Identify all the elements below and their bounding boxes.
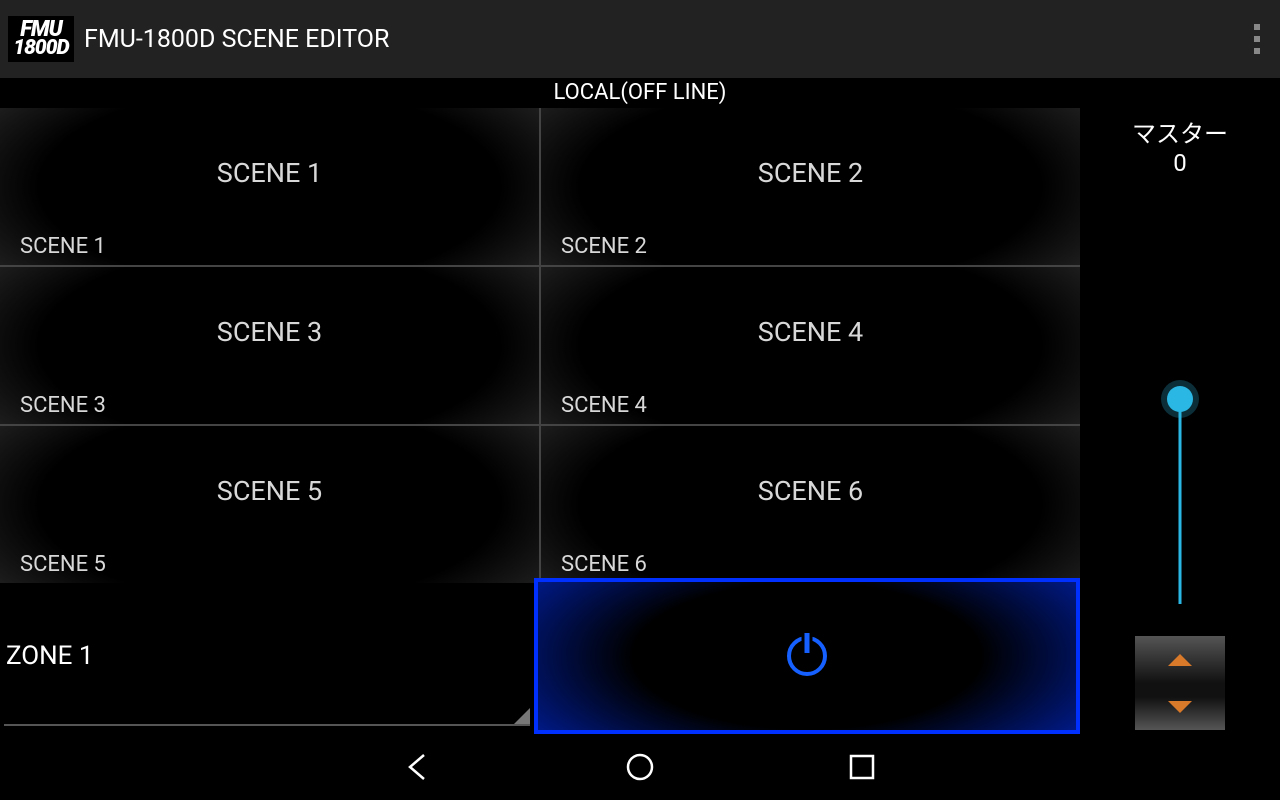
scene-button-6[interactable]: SCENE 6 SCENE 6 (541, 426, 1080, 583)
stage: SCENE 1 SCENE 1 SCENE 2 SCENE 2 SCENE 3 … (0, 108, 1280, 734)
chevron-down-icon (1168, 701, 1192, 713)
scene-title: SCENE 1 (217, 157, 322, 189)
scene-button-4[interactable]: SCENE 4 SCENE 4 (541, 267, 1080, 424)
scene-grid: SCENE 1 SCENE 1 SCENE 2 SCENE 2 SCENE 3 … (0, 108, 1080, 583)
scene-button-1[interactable]: SCENE 1 SCENE 1 (0, 108, 539, 265)
scene-sub: SCENE 4 (561, 393, 647, 418)
recent-icon (849, 754, 875, 780)
master-value: 0 (1080, 149, 1280, 177)
action-bar: FMU 1800D FMU-1800D SCENE EDITOR (0, 0, 1280, 78)
nav-recent-button[interactable] (841, 746, 883, 788)
master-slider[interactable] (1166, 194, 1194, 604)
nav-back-button[interactable] (397, 746, 439, 788)
scene-panel: SCENE 1 SCENE 1 SCENE 2 SCENE 2 SCENE 3 … (0, 108, 1080, 734)
slider-fill (1179, 399, 1182, 604)
chevron-up-icon (1168, 654, 1192, 666)
system-nav-bar (0, 734, 1280, 800)
app-title: FMU-1800D SCENE EDITOR (84, 25, 1246, 54)
power-icon (787, 636, 827, 676)
app-icon-text-2: 1800D (13, 39, 68, 58)
connection-status: LOCAL(OFF LINE) (0, 78, 1280, 108)
scene-sub: SCENE 6 (561, 552, 647, 577)
dots-icon (1254, 24, 1260, 30)
scene-title: SCENE 2 (758, 157, 863, 189)
scene-button-5[interactable]: SCENE 5 SCENE 5 (0, 426, 539, 583)
dropdown-icon (512, 708, 530, 726)
scene-button-2[interactable]: SCENE 2 SCENE 2 (541, 108, 1080, 265)
scene-title: SCENE 6 (758, 475, 863, 507)
home-icon (625, 752, 655, 782)
nav-home-button[interactable] (619, 746, 661, 788)
scene-title: SCENE 4 (758, 316, 863, 348)
scene-sub: SCENE 3 (20, 393, 106, 418)
scene-button-3[interactable]: SCENE 3 SCENE 3 (0, 267, 539, 424)
slider-thumb[interactable] (1167, 386, 1193, 412)
back-icon (402, 751, 434, 783)
scene-sub: SCENE 1 (20, 234, 106, 259)
zone-select-value: ZONE 1 (6, 641, 94, 671)
master-step-down[interactable] (1135, 683, 1225, 730)
app-icon: FMU 1800D (8, 16, 74, 62)
master-stepper (1135, 636, 1225, 730)
overflow-menu-button[interactable] (1246, 16, 1268, 62)
scene-sub: SCENE 5 (20, 552, 106, 577)
power-button[interactable] (534, 578, 1080, 734)
master-label: マスター (1080, 114, 1280, 149)
zone-select[interactable]: ZONE 1 (0, 578, 534, 734)
scene-sub: SCENE 2 (561, 234, 647, 259)
master-step-up[interactable] (1135, 636, 1225, 683)
master-panel: マスター 0 (1080, 108, 1280, 734)
scene-title: SCENE 3 (217, 316, 322, 348)
zone-row: ZONE 1 (0, 578, 1080, 734)
scene-title: SCENE 5 (217, 475, 322, 507)
